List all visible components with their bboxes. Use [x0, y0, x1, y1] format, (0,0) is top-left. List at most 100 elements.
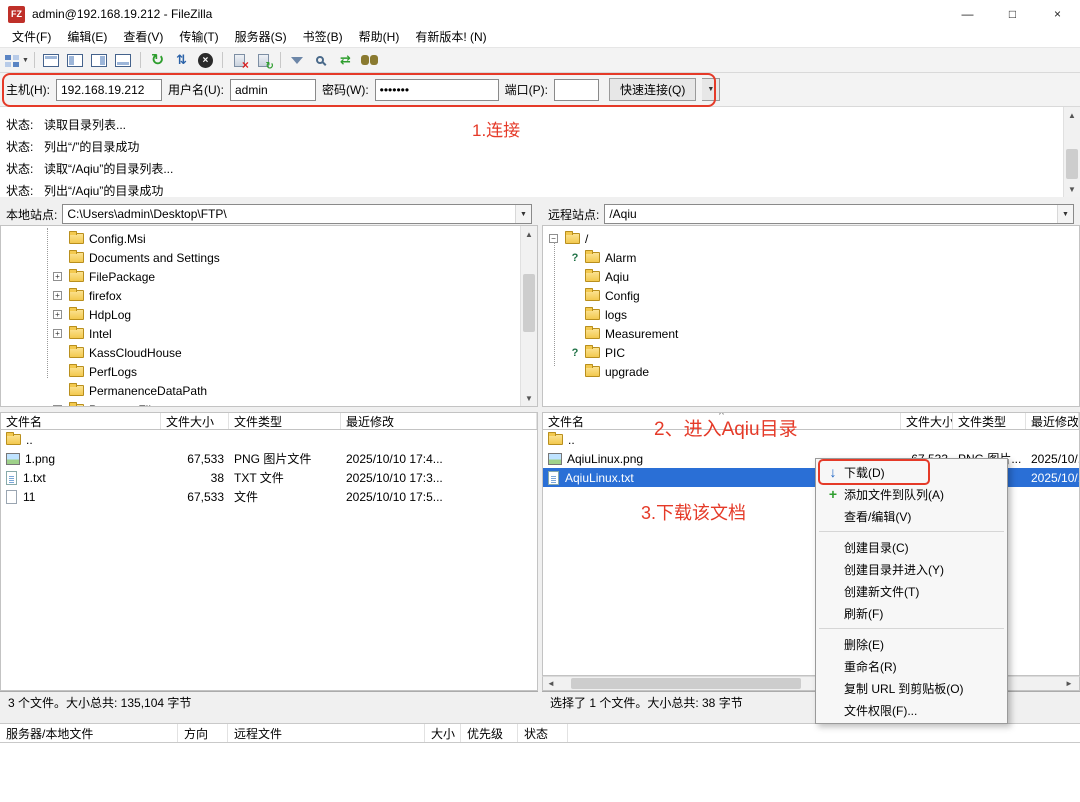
local-file-row-11[interactable]: 11 67,533 文件 2025/10/10 17:5... [1, 487, 537, 506]
remote-tree-item-pic[interactable]: ?PIC [543, 343, 1079, 362]
local-tree-item-firefox[interactable]: +firefox [1, 286, 537, 305]
menu-edit[interactable]: 编辑(E) [59, 28, 115, 47]
local-tree-item-intel[interactable]: +Intel [1, 324, 537, 343]
folder-icon [69, 404, 84, 407]
remote-column-filesize[interactable]: 文件大小 [901, 413, 953, 429]
scroll-right-icon[interactable]: ► [1061, 679, 1077, 688]
reconnect-icon[interactable] [252, 49, 275, 71]
remote-tree-item-upgrade[interactable]: upgrade [543, 362, 1079, 381]
username-input[interactable] [230, 79, 316, 101]
context-menu-item-add-to-queue[interactable]: +添加文件到队列(A) [816, 483, 1007, 505]
local-tree-item-documents-and-settings[interactable]: Documents and Settings [1, 248, 537, 267]
chevron-down-icon[interactable]: ▼ [515, 205, 531, 223]
log-scrollbar[interactable]: ▲ ▼ [1063, 107, 1080, 197]
expand-icon[interactable]: + [53, 272, 62, 281]
remote-column-modified[interactable]: 最近修改 [1026, 413, 1079, 429]
queue-column-priority[interactable]: 优先级 [461, 724, 518, 742]
scrollbar-thumb[interactable] [523, 274, 535, 332]
context-menu-item-create-directory-enter[interactable]: 创建目录并进入(Y) [816, 558, 1007, 580]
menu-file[interactable]: 文件(F) [4, 28, 59, 47]
local-tree-item-perflogs[interactable]: PerfLogs [1, 362, 537, 381]
local-tree-item-hdplog[interactable]: +HdpLog [1, 305, 537, 324]
directory-comparison-icon[interactable] [310, 49, 333, 71]
minimize-button[interactable]: — [945, 0, 990, 28]
remote-column-filetype[interactable]: 文件类型 [953, 413, 1026, 429]
scroll-up-icon[interactable]: ▲ [521, 226, 537, 242]
scrollbar-thumb[interactable] [571, 678, 801, 689]
context-menu-item-refresh[interactable]: 刷新(F) [816, 602, 1007, 624]
local-site-combobox[interactable]: C:\Users\admin\Desktop\FTP\ ▼ [62, 204, 532, 224]
context-menu-item-create-directory[interactable]: 创建目录(C) [816, 536, 1007, 558]
maximize-button[interactable]: □ [990, 0, 1035, 28]
remote-tree-item-root[interactable]: −/ [543, 229, 1079, 248]
disconnect-icon[interactable] [228, 49, 251, 71]
expand-icon[interactable]: + [53, 405, 62, 407]
local-file-row-parent[interactable]: .. [1, 430, 537, 449]
context-menu-item-rename[interactable]: 重命名(R) [816, 655, 1007, 677]
filter-icon[interactable] [286, 49, 309, 71]
menu-bookmarks[interactable]: 书签(B) [295, 28, 351, 47]
toggle-local-tree-icon[interactable] [64, 49, 87, 71]
local-tree-item-kasscloudhouse[interactable]: KassCloudHouse [1, 343, 537, 362]
local-column-filesize[interactable]: 文件大小 [161, 413, 229, 429]
process-queue-icon[interactable]: ⇅ [170, 49, 193, 71]
local-column-filetype[interactable]: 文件类型 [229, 413, 341, 429]
refresh-icon[interactable]: ↻ [146, 49, 169, 71]
remote-tree-item-aqiu[interactable]: Aqiu [543, 267, 1079, 286]
scroll-left-icon[interactable]: ◄ [543, 679, 559, 688]
local-column-filename[interactable]: 文件名 [1, 413, 161, 429]
context-menu-item-copy-url[interactable]: 复制 URL 到剪贴板(O) [816, 677, 1007, 699]
expand-icon[interactable]: + [53, 329, 62, 338]
context-menu-item-file-permissions[interactable]: 文件权限(F)... [816, 699, 1007, 721]
scroll-down-icon[interactable]: ▼ [1064, 181, 1080, 197]
local-column-modified[interactable]: 最近修改 [341, 413, 537, 429]
quickconnect-dropdown-icon[interactable]: ▼ [702, 78, 720, 101]
remote-file-row-parent[interactable]: .. [543, 430, 1079, 449]
menu-server[interactable]: 服务器(S) [227, 28, 295, 47]
queue-column-direction[interactable]: 方向 [178, 724, 228, 742]
local-tree-item-filepackage[interactable]: +FilePackage [1, 267, 537, 286]
site-manager-dropdown-icon[interactable]: ▼ [22, 57, 29, 64]
port-input[interactable] [554, 79, 599, 101]
host-input[interactable] [56, 79, 162, 101]
find-files-icon[interactable] [358, 49, 381, 71]
local-tree-item-permanencedatapath[interactable]: PermanenceDataPath [1, 381, 537, 400]
close-button[interactable]: × [1035, 0, 1080, 28]
expand-icon[interactable]: + [53, 310, 62, 319]
local-file-row-1txt[interactable]: 1.txt 38 TXT 文件 2025/10/10 17:3... [1, 468, 537, 487]
password-input[interactable] [375, 79, 499, 101]
local-tree-scrollbar[interactable]: ▲ ▼ [520, 226, 537, 406]
remote-site-combobox[interactable]: /Aqiu ▼ [604, 204, 1074, 224]
remote-tree-item-logs[interactable]: logs [543, 305, 1079, 324]
menu-view[interactable]: 查看(V) [115, 28, 171, 47]
remote-tree-item-alarm[interactable]: ?Alarm [543, 248, 1079, 267]
queue-column-size[interactable]: 大小 [425, 724, 461, 742]
local-tree-item-program-files[interactable]: +Program Files [1, 400, 537, 407]
scrollbar-thumb[interactable] [1066, 149, 1078, 179]
scroll-down-icon[interactable]: ▼ [521, 390, 537, 406]
toggle-message-log-icon[interactable] [40, 49, 63, 71]
menu-help[interactable]: 帮助(H) [351, 28, 408, 47]
synchronized-browsing-icon[interactable]: ⇄ [334, 49, 357, 71]
queue-column-status[interactable]: 状态 [518, 724, 568, 742]
expand-icon[interactable]: + [53, 291, 62, 300]
local-tree-item-config-msi[interactable]: Config.Msi [1, 229, 537, 248]
queue-column-remote-file[interactable]: 远程文件 [228, 724, 425, 742]
menu-new-version[interactable]: 有新版本! (N) [407, 28, 494, 47]
local-file-row-1png[interactable]: 1.png 67,533 PNG 图片文件 2025/10/10 17:4... [1, 449, 537, 468]
menu-transfer[interactable]: 传输(T) [171, 28, 226, 47]
quickconnect-button[interactable]: 快速连接(Q) [609, 78, 696, 101]
remote-tree-item-measurement[interactable]: Measurement [543, 324, 1079, 343]
chevron-down-icon[interactable]: ▼ [1057, 205, 1073, 223]
cancel-icon[interactable]: × [194, 49, 217, 71]
remote-tree-item-config[interactable]: Config [543, 286, 1079, 305]
queue-column-server-local-file[interactable]: 服务器/本地文件 [0, 724, 178, 742]
context-menu-item-view-edit[interactable]: 查看/编辑(V) [816, 505, 1007, 527]
toggle-remote-tree-icon[interactable] [88, 49, 111, 71]
context-menu-item-download[interactable]: ↓下载(D) [816, 461, 1007, 483]
site-manager-icon[interactable]: ▼ [5, 49, 29, 71]
context-menu-item-create-new-file[interactable]: 创建新文件(T) [816, 580, 1007, 602]
toggle-transfer-queue-icon[interactable] [112, 49, 135, 71]
context-menu-item-delete[interactable]: 删除(E) [816, 633, 1007, 655]
scroll-up-icon[interactable]: ▲ [1064, 107, 1080, 123]
